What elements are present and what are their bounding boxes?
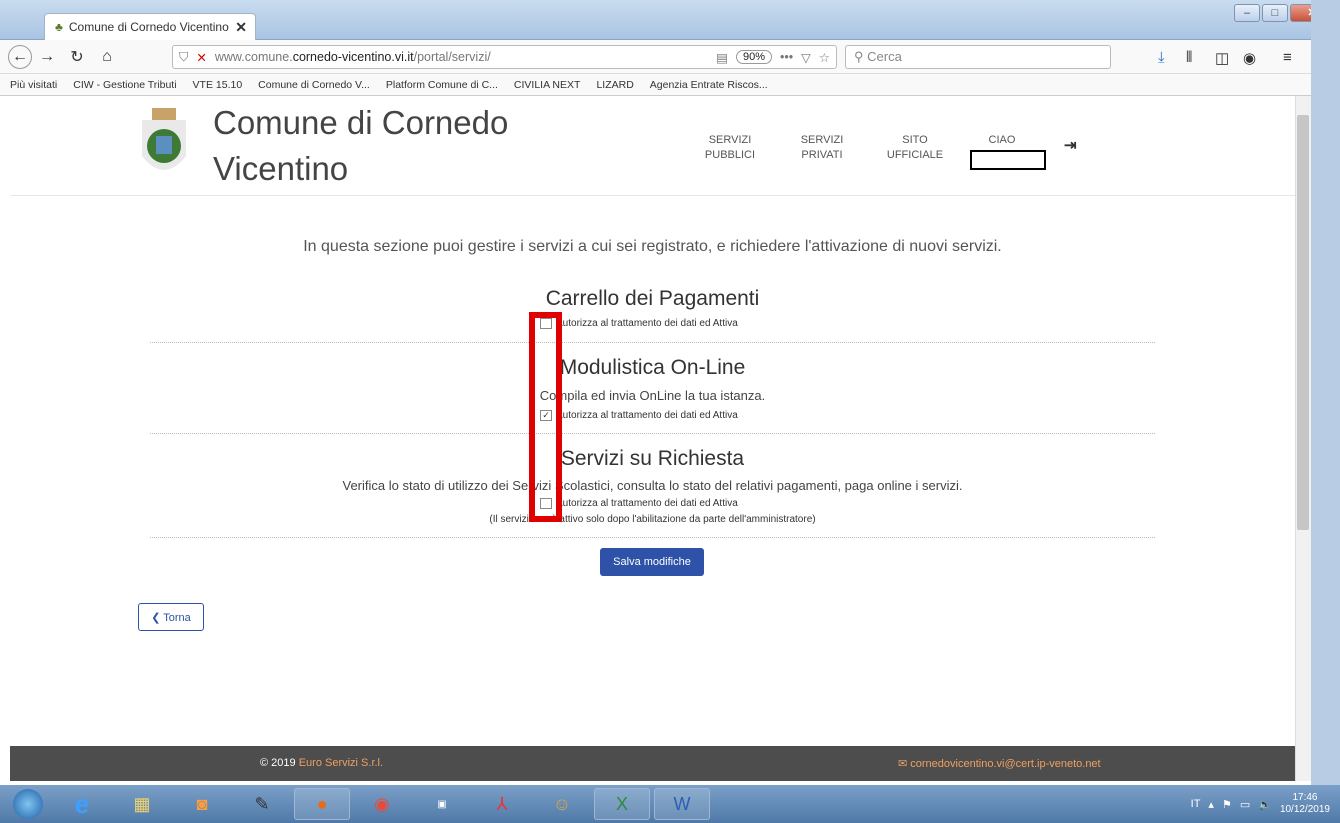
- back-button[interactable]: ❮ Torna: [138, 603, 204, 631]
- network-icon[interactable]: ▭: [1240, 798, 1250, 811]
- media-player-icon[interactable]: ◙: [174, 788, 230, 820]
- forward-icon[interactable]: →: [32, 48, 62, 66]
- page-actions-icon[interactable]: •••: [780, 50, 793, 64]
- sidebar-icon[interactable]: ◫: [1215, 49, 1229, 67]
- web-page: Comune di Cornedo Vicentino SERVIZI PUBBL…: [10, 96, 1295, 781]
- footer-company-link[interactable]: Euro Servizi S.r.l.: [299, 757, 383, 769]
- bookmark-item[interactable]: Agenzia Entrate Riscos...: [650, 79, 768, 91]
- save-button[interactable]: Salva modifiche: [600, 548, 704, 576]
- service-title-servizi-richiesta: Servizi su Richiesta: [560, 447, 745, 470]
- minimize-button[interactable]: –: [1234, 4, 1260, 22]
- site-footer: © 2019 Euro Servizi S.r.l. ✉ cornedovice…: [10, 746, 1295, 781]
- bookmark-item[interactable]: Platform Comune di C...: [386, 79, 498, 91]
- windows-taskbar: e ▦ ◙ ✎ ● ◉ ▣ ⅄ ☺ X W: [0, 785, 1340, 823]
- app-icon[interactable]: ✎: [234, 788, 290, 820]
- site-header: [10, 96, 1295, 196]
- pocket-icon[interactable]: ▽: [801, 50, 811, 65]
- divider: [150, 433, 1155, 434]
- excel-icon[interactable]: X: [594, 788, 650, 820]
- footer-email-link[interactable]: ✉ cornedovicentino.vi@cert.ip-veneto.net: [898, 757, 1101, 770]
- bookmark-item[interactable]: Più visitati: [10, 79, 57, 91]
- word-icon[interactable]: W: [654, 788, 710, 820]
- service-desc-servizi-richiesta: Verifica lo stato di utilizzo dei Serviz…: [342, 478, 963, 493]
- show-hidden-icon[interactable]: ▴: [1208, 798, 1214, 811]
- logout-icon[interactable]: ⇥: [1064, 136, 1077, 154]
- checkbox-label: Autorizza al trattamento dei dati ed Att…: [556, 498, 738, 509]
- bookmark-item[interactable]: Comune di Cornedo V...: [258, 79, 370, 91]
- bookmark-item[interactable]: CIVILIA NEXT: [514, 79, 581, 91]
- insecure-lock-icon[interactable]: ✕: [196, 50, 206, 65]
- library-icon[interactable]: ⫴: [1186, 49, 1192, 66]
- intro-text: In questa sezione puoi gestire i servizi…: [303, 238, 1002, 255]
- search-placeholder: Cerca: [867, 49, 902, 64]
- volume-icon[interactable]: 🔈: [1258, 798, 1272, 811]
- system-tray: IT ▴ ⚑ ▭ 🔈 17:46 10/12/2019: [1191, 792, 1330, 816]
- menu-servizi-pubblici[interactable]: SERVIZI PUBBLICI: [700, 133, 760, 163]
- tab-title: Comune di Cornedo Vicentino: [68, 20, 229, 34]
- download-icon[interactable]: ⤓: [1158, 49, 1165, 66]
- maximize-button[interactable]: □: [1262, 4, 1288, 22]
- site-title[interactable]: Comune di Cornedo Vicentino: [213, 100, 533, 192]
- menu-ciao-user[interactable]: CIAO: [982, 133, 1022, 148]
- acrobat-icon[interactable]: ⅄: [474, 788, 530, 820]
- redacted-username: [970, 150, 1046, 170]
- bookmark-item[interactable]: LIZARD: [596, 79, 633, 91]
- menu-servizi-privati[interactable]: SERVIZI PRIVATI: [792, 133, 852, 163]
- reader-icon[interactable]: ▤: [716, 50, 728, 65]
- service-title-modulistica: Modulistica On-Line: [559, 356, 746, 379]
- scrollbar-thumb[interactable]: [1297, 115, 1309, 530]
- service-title-carrello: Carrello dei Pagamenti: [545, 287, 760, 310]
- mail-icon: ✉: [898, 758, 908, 770]
- search-input[interactable]: ⚲ Cerca: [845, 45, 1111, 69]
- bookmark-star-icon[interactable]: ☆: [819, 50, 830, 65]
- bookmark-item[interactable]: VTE 15.10: [193, 79, 243, 91]
- footer-copyright: © 2019 Euro Servizi S.r.l.: [260, 757, 384, 769]
- language-indicator[interactable]: IT: [1191, 798, 1201, 810]
- firefox-icon[interactable]: ●: [294, 788, 350, 820]
- highlight-annotation: [529, 312, 562, 522]
- file-explorer-icon[interactable]: ▦: [114, 788, 170, 820]
- municipality-crest-icon: [142, 108, 186, 170]
- divider: [150, 537, 1155, 538]
- divider: [150, 342, 1155, 343]
- users-icon[interactable]: ☺: [534, 788, 590, 820]
- site-favicon-icon: ♣: [55, 20, 63, 34]
- internet-explorer-icon[interactable]: e: [54, 788, 110, 820]
- chrome-icon[interactable]: ◉: [354, 788, 410, 820]
- search-icon: ⚲: [854, 49, 864, 64]
- browser-tab[interactable]: ♣ Comune di Cornedo Vicentino ✕: [44, 13, 256, 40]
- checkbox-label: Autorizza al trattamento dei dati ed Att…: [556, 410, 738, 421]
- url-bar[interactable]: ⛉ ✕ www.comune.cornedo-vicentino.vi.it/p…: [172, 45, 837, 69]
- clock[interactable]: 17:46 10/12/2019: [1280, 792, 1330, 816]
- bookmarks-bar: Più visitati CIW - Gestione Tributi VTE …: [0, 74, 1340, 96]
- back-icon[interactable]: ←: [8, 44, 32, 69]
- shield-icon[interactable]: ⛉: [179, 50, 188, 65]
- menu-sito-ufficiale[interactable]: SITO UFFICIALE: [882, 133, 948, 163]
- home-icon[interactable]: ⌂: [92, 48, 122, 66]
- url-text: www.comune.cornedo-vicentino.vi.it/porta…: [214, 50, 491, 64]
- account-icon[interactable]: ◉: [1243, 49, 1256, 67]
- chevron-left-icon: ❮: [151, 611, 161, 624]
- zoom-level[interactable]: 90%: [735, 50, 773, 64]
- menu-icon[interactable]: ≡: [1283, 49, 1292, 66]
- start-button[interactable]: [6, 788, 50, 820]
- checkbox-label: Autorizza al trattamento dei dati ed Att…: [556, 318, 738, 329]
- maggioli-icon[interactable]: ▣: [414, 788, 470, 820]
- bookmark-item[interactable]: CIW - Gestione Tributi: [73, 79, 176, 91]
- activation-note: (Il servizio sarà attivo solo dopo l'abi…: [489, 514, 816, 525]
- reload-icon[interactable]: ↻: [62, 47, 92, 67]
- flag-icon[interactable]: ⚑: [1222, 798, 1232, 811]
- service-desc-modulistica: Compila ed invia OnLine la tua istanza.: [539, 388, 766, 403]
- window-frame: [1311, 0, 1340, 785]
- tab-close-icon[interactable]: ✕: [235, 19, 247, 36]
